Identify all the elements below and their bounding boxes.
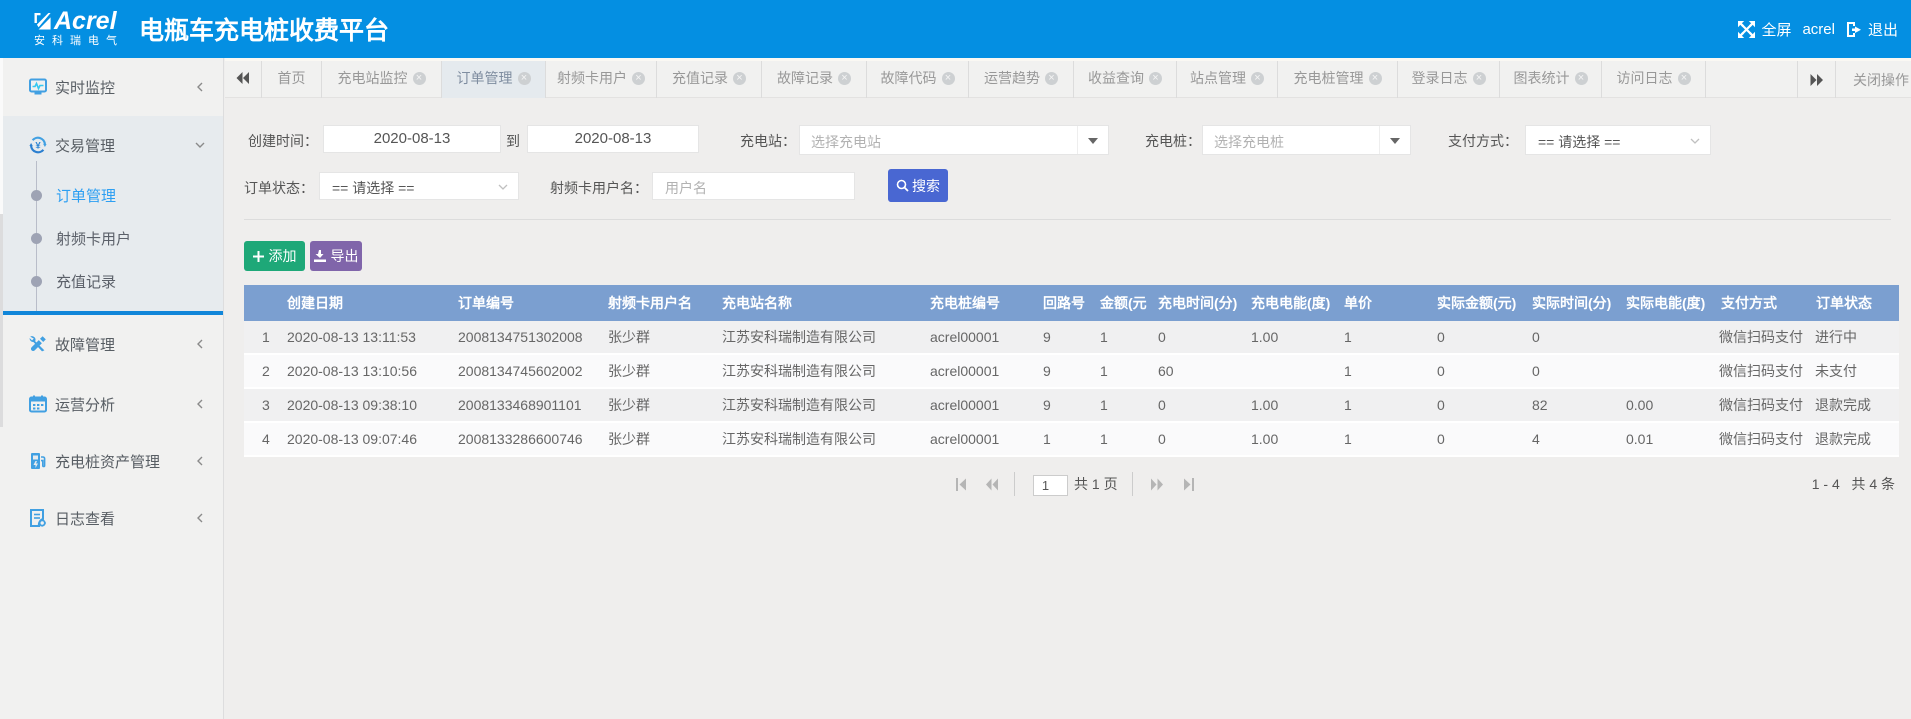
svg-text:¥: ¥	[35, 140, 41, 151]
